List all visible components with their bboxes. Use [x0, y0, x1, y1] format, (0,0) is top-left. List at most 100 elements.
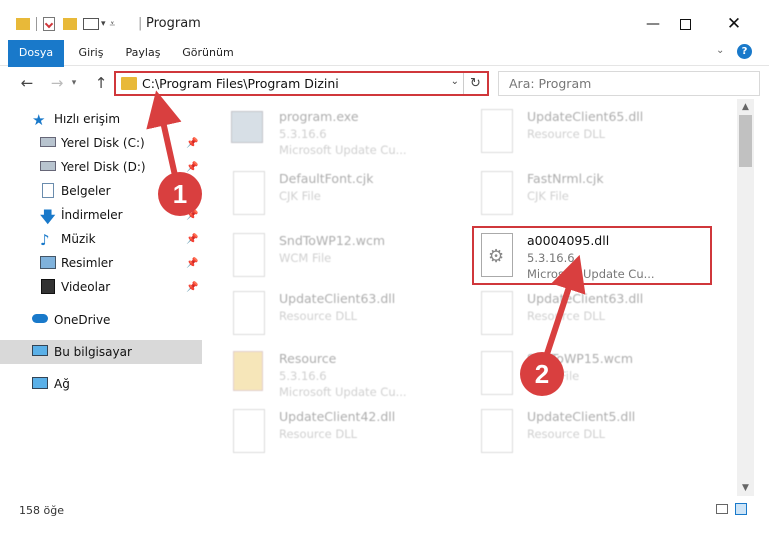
address-bar[interactable]: C:\Program Files\Program Dizini ⌄ ↻ — [114, 71, 489, 96]
scroll-down-icon[interactable]: ▼ — [737, 480, 754, 496]
file-name: SndToWP12.wcm — [279, 233, 385, 248]
search-placeholder: Ara: Program — [509, 76, 592, 91]
generic-file-icon — [233, 171, 265, 215]
scrollbar-thumb[interactable] — [739, 115, 752, 167]
file-meta: Microsoft Update Cu... — [279, 143, 407, 157]
sidebar-item-videos[interactable]: Videolar 📌 — [0, 275, 202, 299]
file-tile[interactable]: SndToWP15.wcm WCM File — [477, 347, 717, 405]
tab-share[interactable]: Paylaş — [124, 40, 162, 65]
file-name: FastNrml.cjk — [527, 171, 604, 186]
file-tile[interactable]: UpdateClient65.dll Resource DLL — [477, 105, 717, 163]
chevron-down-icon[interactable]: ⌄ — [451, 76, 459, 87]
sidebar-item-disk-c[interactable]: Yerel Disk (C:) 📌 — [0, 131, 202, 155]
dll-file-icon — [481, 109, 513, 153]
dll-file-icon — [481, 409, 513, 453]
scroll-up-icon[interactable]: ▲ — [737, 99, 754, 115]
sidebar-item-label: OneDrive — [54, 313, 111, 327]
up-button[interactable]: ↑ — [90, 73, 112, 93]
tiles-view-icon[interactable] — [735, 503, 747, 515]
properties-icon[interactable] — [43, 17, 55, 31]
file-tile[interactable]: UpdateClient63.dll Resource DLL — [229, 287, 469, 345]
folder-icon — [121, 77, 137, 90]
pin-icon[interactable]: 📌 — [186, 162, 198, 173]
file-meta: CJK File — [279, 189, 321, 203]
generic-file-icon — [233, 233, 265, 277]
sidebar-item-onedrive[interactable]: OneDrive — [0, 308, 202, 332]
file-meta: 5.3.16.6 — [279, 369, 327, 383]
tab-view[interactable]: Görünüm — [182, 40, 234, 65]
sidebar-item-label: Resimler — [61, 256, 114, 270]
file-tile[interactable]: UpdateClient63.dll Resource DLL — [477, 287, 717, 345]
file-tile[interactable]: UpdateClient5.dll Resource DLL — [477, 405, 717, 463]
sidebar-item-label: Ağ — [54, 377, 70, 391]
back-button[interactable]: ← — [16, 73, 38, 93]
folder-icon[interactable] — [16, 18, 30, 30]
sidebar-item-label: Müzik — [61, 232, 96, 246]
back-arrow-icon: ← — [20, 74, 34, 92]
tab-home[interactable]: Giriş — [76, 40, 106, 65]
sidebar-item-this-pc[interactable]: Bu bilgisayar — [0, 340, 202, 364]
separator — [36, 17, 37, 31]
file-meta: 5.3.16.6 — [279, 127, 327, 141]
file-meta: WCM File — [279, 251, 332, 265]
file-tile[interactable]: program.exe 5.3.16.6 Microsoft Update Cu… — [229, 105, 469, 163]
sidebar-item-pictures[interactable]: Resimler 📌 — [0, 251, 202, 275]
ribbon-tabs: Dosya Giriş Paylaş Görünüm ⌄ ? — [0, 40, 769, 98]
pin-icon[interactable]: 📌 — [186, 282, 198, 293]
pin-icon[interactable]: 📌 — [186, 234, 198, 245]
file-tile[interactable]: UpdateClient42.dll Resource DLL — [229, 405, 469, 463]
file-tile[interactable]: Resource 5.3.16.6 Microsoft Update Cu... — [229, 347, 469, 405]
file-name: UpdateClient42.dll — [279, 409, 396, 424]
maximize-button[interactable] — [662, 8, 708, 40]
highlight-box — [472, 226, 712, 285]
sidebar-item-network[interactable]: Ağ — [0, 372, 202, 396]
sidebar-item-label: Bu bilgisayar — [54, 345, 132, 359]
refresh-icon: ↻ — [470, 76, 481, 91]
view-icon[interactable] — [83, 18, 99, 30]
file-name: program.exe — [279, 109, 359, 124]
file-tile[interactable]: SndToWP12.wcm WCM File — [229, 229, 469, 287]
network-icon — [32, 377, 48, 389]
exe-file-icon — [231, 111, 263, 143]
file-meta: Resource DLL — [527, 127, 606, 141]
drive-icon — [40, 161, 56, 171]
dll-file-icon — [481, 291, 513, 335]
file-name: UpdateClient63.dll — [527, 291, 644, 306]
chevron-down-icon[interactable]: ▾ — [101, 19, 106, 29]
window-title: Program — [146, 16, 201, 31]
sidebar-item-label: Yerel Disk (D:) — [61, 160, 146, 174]
sidebar-item-label: Hızlı erişim — [54, 112, 121, 126]
help-icon[interactable]: ? — [737, 44, 752, 59]
customize-icon[interactable]: ⩡ — [110, 19, 116, 30]
recent-locations-button[interactable]: ▾ — [68, 73, 80, 93]
file-tile[interactable]: DefaultFont.cjk CJK File — [229, 167, 469, 225]
details-view-icon[interactable] — [716, 504, 728, 514]
pin-icon[interactable]: 📌 — [186, 138, 198, 149]
refresh-button[interactable]: ↻ — [463, 73, 487, 94]
generic-file-icon — [481, 171, 513, 215]
resource-file-icon — [233, 351, 263, 391]
cloud-icon — [32, 314, 48, 323]
star-icon: ★ — [32, 111, 46, 129]
file-name: UpdateClient63.dll — [279, 291, 396, 306]
pin-icon[interactable]: 📌 — [186, 258, 198, 269]
video-icon — [41, 279, 55, 294]
expand-ribbon-icon[interactable]: ⌄ — [716, 45, 724, 56]
forward-button[interactable]: → — [46, 73, 68, 93]
sidebar-item-music[interactable]: ♪ Müzik 📌 — [0, 227, 202, 251]
file-tile[interactable]: FastNrml.cjk CJK File — [477, 167, 717, 225]
sidebar-item-quick-access[interactable]: ★ Hızlı erişim — [0, 107, 202, 131]
close-button[interactable]: ✕ — [711, 8, 757, 40]
search-input[interactable]: Ara: Program — [498, 71, 760, 96]
vertical-scrollbar[interactable]: ▲ ▼ — [737, 99, 754, 496]
navigation-bar: ← → ▾ ↑ C:\Program Files\Program Dizini … — [0, 67, 769, 99]
drive-icon — [40, 137, 56, 147]
quick-access-toolbar: ▾ ⩡ — [16, 13, 115, 35]
address-path[interactable]: C:\Program Files\Program Dizini — [142, 76, 339, 91]
file-meta: Resource DLL — [527, 309, 606, 323]
new-folder-icon[interactable] — [63, 18, 77, 30]
document-icon — [42, 183, 54, 198]
close-icon: ✕ — [726, 14, 742, 34]
file-meta: Resource DLL — [279, 427, 358, 441]
status-bar: 158 öğe — [0, 496, 769, 534]
